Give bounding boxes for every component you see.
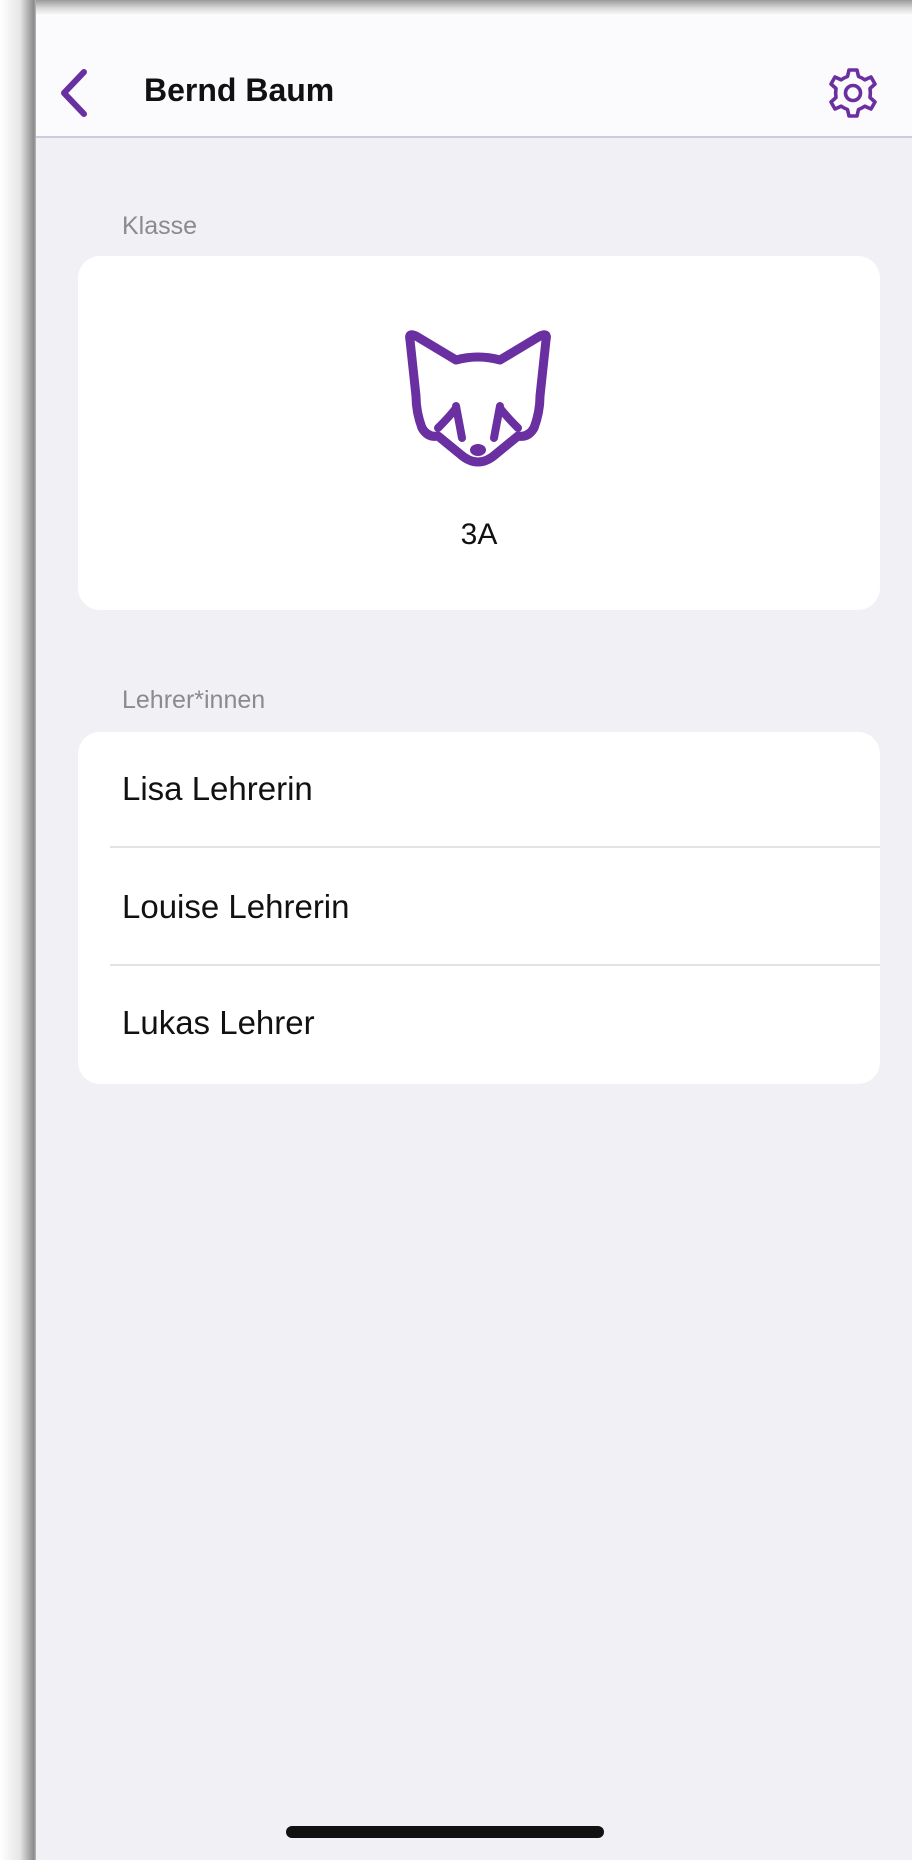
list-item[interactable]: Louise Lehrerin — [78, 850, 880, 966]
navigation-bar: Bernd Baum — [36, 16, 912, 138]
class-card[interactable]: 3A — [78, 256, 880, 610]
home-indicator[interactable] — [286, 1826, 604, 1838]
list-item[interactable]: Lisa Lehrerin — [78, 732, 880, 848]
gear-icon — [829, 68, 877, 118]
page-title: Bernd Baum — [144, 72, 335, 108]
class-name: 3A — [460, 518, 498, 551]
settings-button[interactable] — [826, 66, 880, 120]
frame-shadow-left — [0, 0, 36, 1860]
list-item[interactable]: Lukas Lehrer — [78, 966, 880, 1082]
teacher-name: Lisa Lehrerin — [122, 770, 313, 807]
teachers-list: Lisa Lehrerin Louise Lehrerin Lukas Lehr… — [78, 732, 880, 1084]
device-frame: Bernd Baum Klasse 3A Lehrer*innen Lisa L… — [0, 0, 912, 1860]
row-divider — [110, 846, 880, 848]
teacher-name: Louise Lehrerin — [122, 888, 350, 925]
fox-icon — [405, 330, 551, 467]
app-screen: Bernd Baum Klasse 3A Lehrer*innen Lisa L… — [36, 16, 912, 1860]
chevron-left-icon — [61, 69, 87, 117]
teacher-name: Lukas Lehrer — [122, 1004, 315, 1041]
teachers-section-header: Lehrer*innen — [122, 686, 266, 714]
frame-shadow-top — [0, 0, 912, 16]
class-section-header: Klasse — [122, 212, 198, 240]
back-button[interactable] — [54, 66, 94, 120]
